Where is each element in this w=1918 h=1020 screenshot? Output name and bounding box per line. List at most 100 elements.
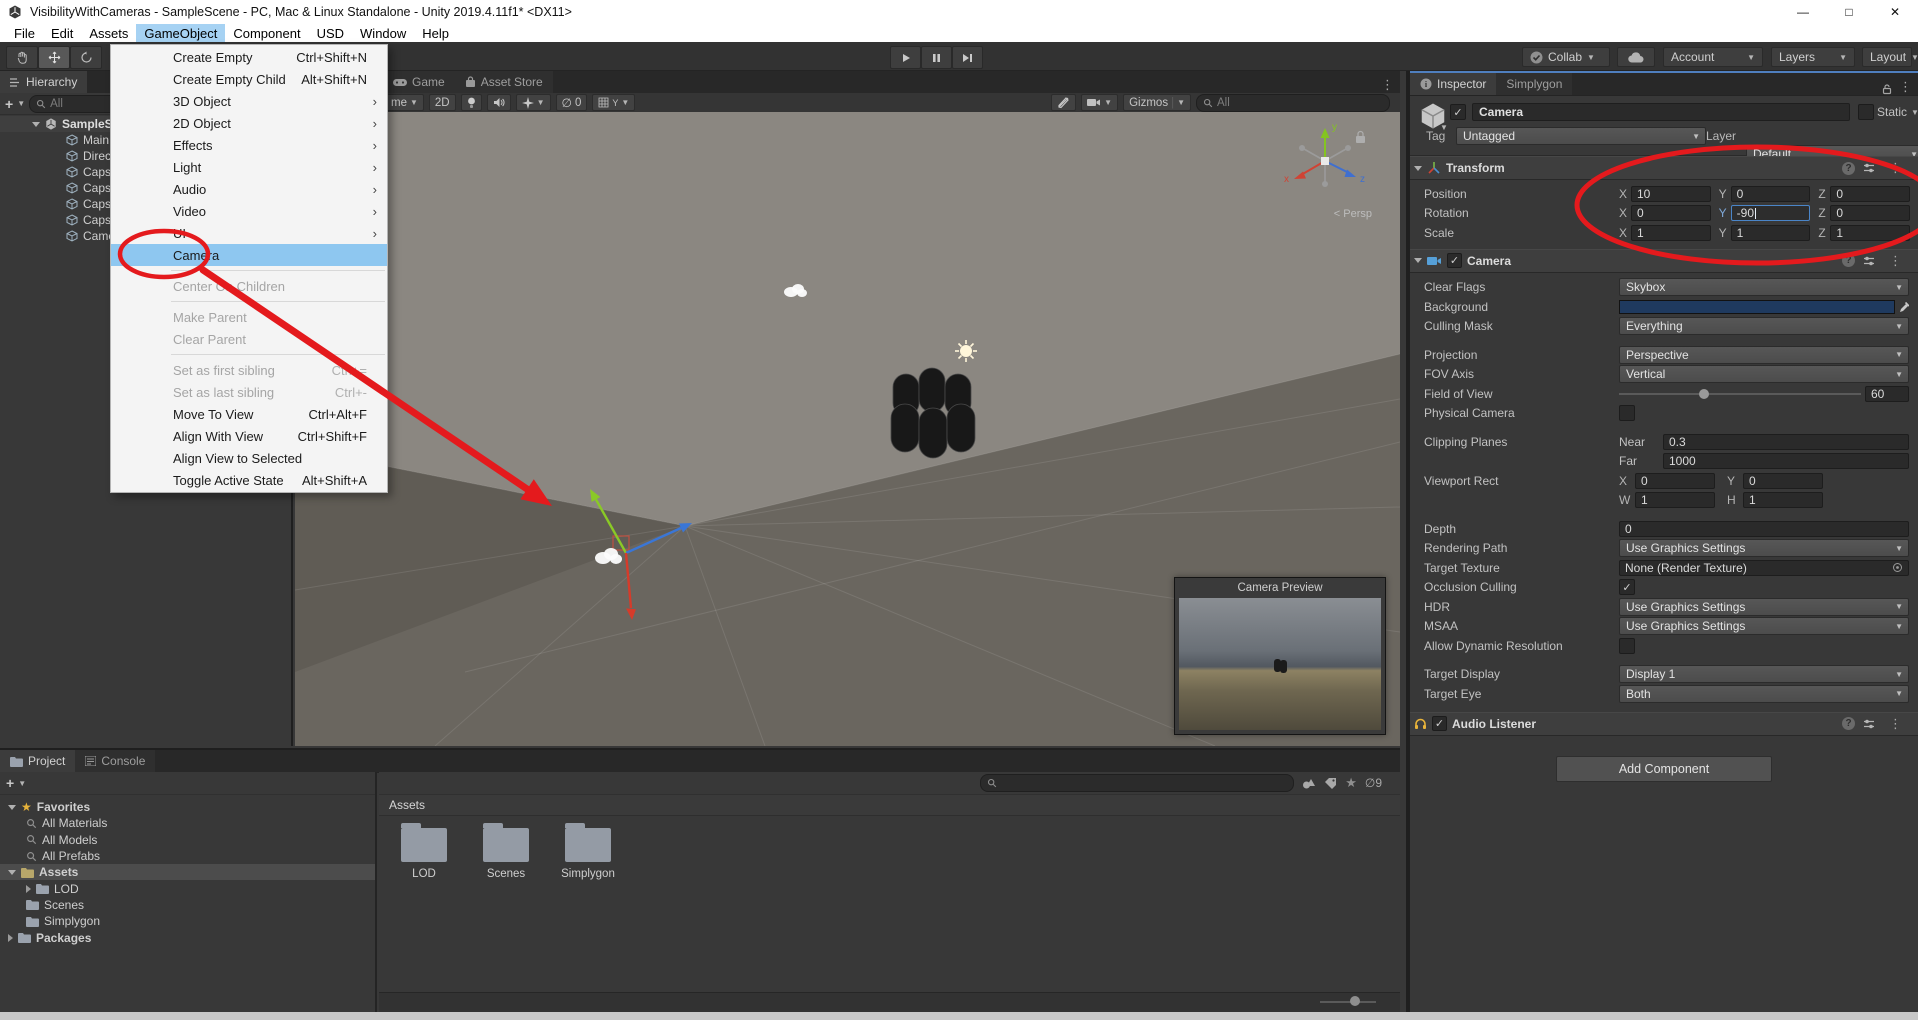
menu-item-video[interactable]: Video› [111,200,387,222]
scene-search-input[interactable]: All [1196,94,1390,112]
tab-project[interactable]: Project [0,750,75,772]
rotation-z-field[interactable]: 0 [1830,205,1910,221]
menubar-item-edit[interactable]: Edit [43,24,81,42]
position-y-field[interactable]: 0 [1731,186,1811,202]
project-tree-item-lod[interactable]: LOD [0,880,375,896]
scene-camera-dropdown[interactable]: ▼ [1081,94,1118,111]
cloud-button[interactable] [1617,47,1655,67]
project-tree-item-all-prefabs[interactable]: All Prefabs [0,848,375,864]
audio-toggle-button[interactable] [487,94,511,111]
object-field[interactable]: None (Render Texture) [1619,560,1909,576]
pair-field-x[interactable]: 0 [1635,473,1715,489]
foldout-icon[interactable] [8,870,16,875]
project-tree-item-all-materials[interactable]: All Materials [0,815,375,831]
tab-console[interactable]: Console [75,750,155,772]
add-component-button[interactable]: Add Component [1556,756,1772,782]
audio-listener-enabled-checkbox[interactable]: ✓ [1432,716,1447,731]
icon-size-slider-knob[interactable] [1350,996,1360,1006]
project-search-input[interactable] [980,774,1294,792]
position-z-field[interactable]: 0 [1830,186,1910,202]
scale-x-field[interactable]: 1 [1631,225,1711,241]
gameobject-name-field[interactable]: Camera [1472,103,1850,121]
foldout-icon[interactable] [8,934,13,942]
dropdown-msaa[interactable]: Use Graphics Settings▼ [1619,617,1909,635]
rotation-y-field[interactable]: -90 [1731,205,1811,221]
menubar-item-window[interactable]: Window [352,24,414,42]
help-icon[interactable]: ? [1842,254,1855,267]
pair-field-h[interactable]: 1 [1743,492,1823,508]
tag-dropdown[interactable]: Untagged▼ [1456,127,1706,145]
tab-game[interactable]: Game [383,71,455,93]
gizmos-dropdown[interactable]: Gizmos | ▼ [1123,94,1191,111]
minimize-button[interactable]: — [1780,0,1826,24]
layout-dropdown[interactable]: Layout ▼ [1862,47,1912,67]
asset-folder-scenes[interactable]: Scenes [475,820,537,880]
effects-dropdown[interactable]: ▼ [516,94,551,111]
text-field[interactable]: 0 [1619,521,1909,537]
presets-icon[interactable] [1863,255,1875,267]
lock-icon[interactable] [1881,83,1893,95]
menu-item-audio[interactable]: Audio› [111,178,387,200]
scene-viewport[interactable]: y x z < Persp Camera Preview [295,112,1400,746]
menubar-item-component[interactable]: Component [225,24,308,42]
sub-field[interactable]: 0.3 [1663,434,1909,450]
transform-component-header[interactable]: Transform ? ⋮ [1410,156,1918,180]
tab-inspector[interactable]: iInspector [1410,73,1496,95]
perspective-mode-label[interactable]: < Persp [1334,208,1372,220]
checkbox[interactable]: ✓ [1619,579,1635,595]
foldout-icon[interactable] [8,805,16,810]
presets-icon[interactable] [1863,162,1875,174]
menu-item-align-with-view[interactable]: Align With ViewCtrl+Shift+F [111,425,387,447]
tab-hierarchy[interactable]: Hierarchy [0,71,87,93]
kebab-menu-icon[interactable]: ⋮ [1375,77,1400,93]
foldout-icon[interactable] [1414,258,1422,263]
background-color-swatch[interactable] [1619,300,1895,314]
icon-size-slider[interactable] [1320,1001,1376,1003]
hidden-objects-button[interactable]: ∅ 0 [556,94,588,111]
audio-listener-component-header[interactable]: ✓ Audio Listener ? ⋮ [1410,712,1918,736]
static-checkbox[interactable] [1858,104,1874,120]
menu-item-toggle-active-state[interactable]: Toggle Active StateAlt+Shift+A [111,469,387,491]
checkbox[interactable] [1619,638,1635,654]
asset-folder-lod[interactable]: LOD [393,820,455,880]
menubar-item-file[interactable]: File [6,24,43,42]
menu-item-2d-object[interactable]: 2D Object› [111,112,387,134]
asset-folder-simplygon[interactable]: Simplygon [557,820,619,880]
rotate-tool-button[interactable] [70,46,102,69]
step-button[interactable] [952,46,983,69]
dropdown-hdr[interactable]: Use Graphics Settings▼ [1619,598,1909,616]
menubar-item-assets[interactable]: Assets [81,24,136,42]
menubar-item-gameobject[interactable]: GameObject [136,24,225,42]
slider-value-field[interactable]: 60 [1865,386,1909,402]
hand-tool-button[interactable] [6,46,38,69]
favorites-filter-star-icon[interactable]: ★ [1345,775,1357,791]
dropdown-clear-flags[interactable]: Skybox▼ [1619,278,1909,296]
dropdown-fov-axis[interactable]: Vertical▼ [1619,365,1909,383]
project-tree-item-favorites[interactable]: ★Favorites [0,799,375,815]
kebab-menu-icon[interactable]: ⋮ [1883,253,1908,269]
menu-item-light[interactable]: Light› [111,156,387,178]
kebab-menu-icon[interactable]: ⋮ [1893,79,1918,95]
menu-item-create-empty-child[interactable]: Create Empty ChildAlt+Shift+N [111,68,387,90]
menu-item-effects[interactable]: Effects› [111,134,387,156]
menu-item-camera[interactable]: Camera [111,244,387,266]
field-of-view-slider[interactable] [1619,386,1861,402]
play-button[interactable] [890,46,921,69]
label-filter-icon[interactable] [1324,777,1337,790]
dropdown-target-display[interactable]: Display 1▼ [1619,665,1909,683]
foldout-icon[interactable] [26,885,31,893]
foldout-icon[interactable] [1414,166,1422,171]
move-tool-button[interactable] [38,46,70,69]
camera-enabled-checkbox[interactable]: ✓ [1447,253,1462,268]
kebab-menu-icon[interactable]: ⋮ [1883,716,1908,732]
menu-item-create-empty[interactable]: Create EmptyCtrl+Shift+N [111,46,387,68]
menubar-item-usd[interactable]: USD [309,24,352,42]
assets-breadcrumb[interactable]: Assets [379,795,1400,816]
scale-y-field[interactable]: 1 [1731,225,1811,241]
menubar-item-help[interactable]: Help [414,24,457,42]
grid-dropdown[interactable]: Y ▼ [592,94,635,111]
dropdown-rendering-path[interactable]: Use Graphics Settings▼ [1619,539,1909,557]
gameobject-enabled-checkbox[interactable]: ✓ [1450,104,1466,120]
pair-field-w[interactable]: 1 [1635,492,1715,508]
object-picker-icon[interactable] [1892,562,1903,573]
